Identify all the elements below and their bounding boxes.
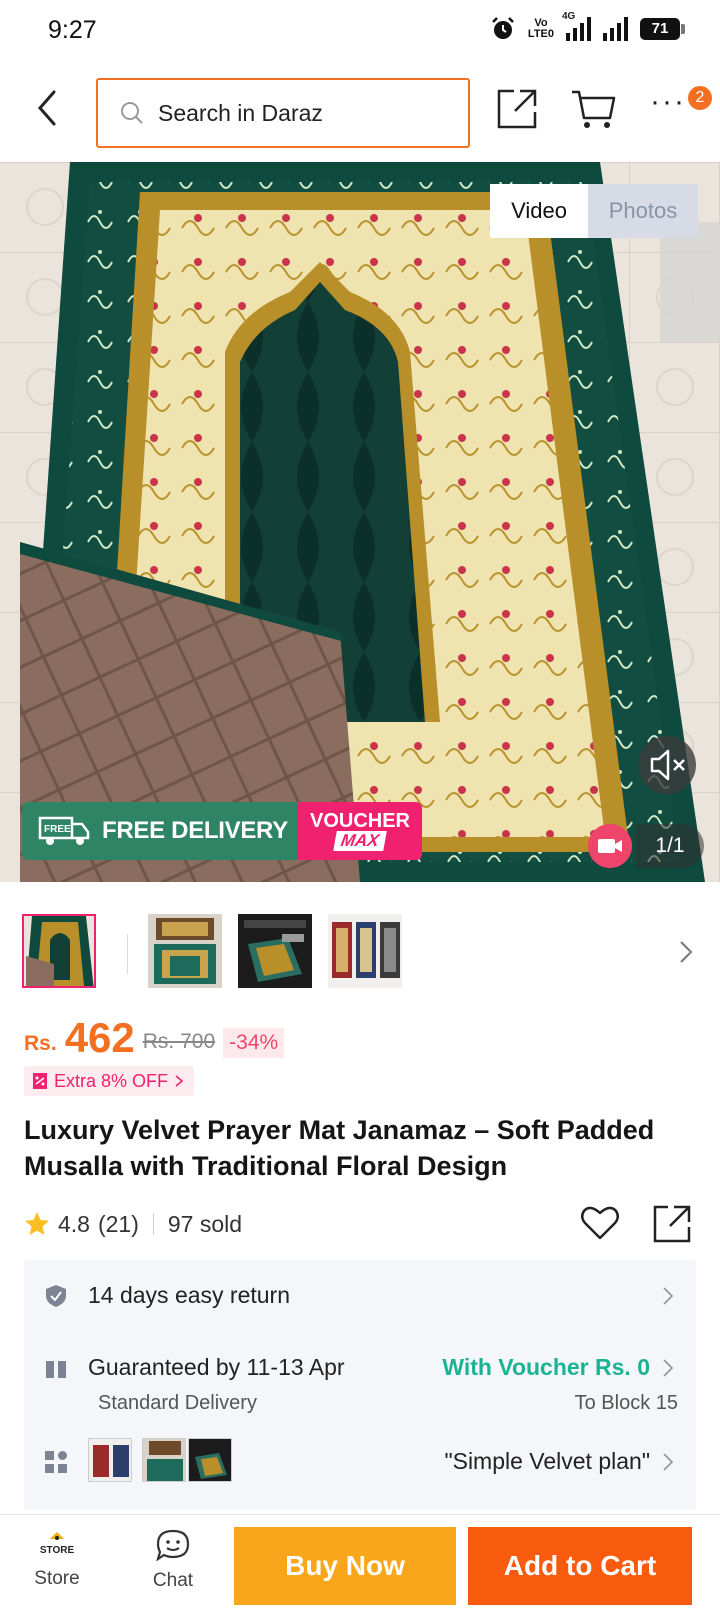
chat-icon — [156, 1529, 190, 1562]
variant-thumb-1[interactable] — [88, 1438, 132, 1482]
alarm-icon — [492, 17, 514, 39]
thumbnail-divider — [127, 934, 128, 974]
mute-icon[interactable] — [638, 736, 696, 794]
delivery-location: To Block 15 — [574, 1392, 678, 1414]
grid-icon — [45, 1451, 67, 1473]
coupon-icon — [33, 1073, 47, 1089]
delivery-row[interactable]: Guaranteed by 11-13 Apr With Voucher Rs.… — [24, 1350, 696, 1420]
status-time: 9:27 — [48, 16, 97, 44]
product-gallery[interactable]: Video Photos FREE FREE DELIVERY VOUCHER … — [0, 162, 720, 882]
thumbnail-2[interactable] — [148, 914, 222, 988]
chevron-right-icon — [663, 1453, 674, 1471]
discount-badge: -34% — [223, 1028, 285, 1058]
search-input[interactable] — [158, 99, 448, 127]
variant-thumb-3[interactable] — [188, 1438, 232, 1482]
chevron-right-icon[interactable] — [676, 938, 696, 966]
return-label: 14 days easy return — [88, 1282, 291, 1308]
share-icon[interactable] — [652, 1204, 692, 1244]
add-to-cart-button[interactable]: Add to Cart — [468, 1527, 692, 1605]
signal-4g: 4G — [562, 11, 591, 41]
store-button[interactable]: STORE Store — [26, 1529, 88, 1590]
review-count: (21) — [97, 1210, 139, 1237]
sold-count: 97 sold — [167, 1210, 243, 1237]
more-icon[interactable]: ··· — [650, 87, 690, 132]
battery-icon: 71 — [640, 18, 685, 40]
status-bar: 9:27 Vo LTE0 4G 71 — [0, 0, 720, 64]
extra-offer-text: Extra 8% OFF — [54, 1070, 169, 1091]
chevron-right-icon — [663, 1287, 674, 1305]
delivery-truck-icon: FREE — [38, 816, 90, 845]
price-row: Rs. 462 Rs. 700 -34% — [24, 1014, 285, 1061]
free-delivery-badge: FREE FREE DELIVERY — [22, 802, 298, 860]
buy-now-button[interactable]: Buy Now — [234, 1527, 456, 1605]
variant-thumb-2[interactable] — [142, 1438, 186, 1482]
store-label: Store — [34, 1568, 80, 1589]
free-delivery-text: FREE DELIVERY — [102, 817, 288, 844]
tab-video[interactable]: Video — [490, 184, 588, 238]
media-tabs: Video Photos — [490, 184, 698, 238]
product-image-prayer-mat — [0, 162, 720, 882]
tab-photos[interactable]: Photos — [588, 184, 698, 238]
promo-banner: FREE FREE DELIVERY VOUCHER MAX — [22, 802, 422, 860]
price-current: 462 — [64, 1014, 135, 1061]
thumbnail-4[interactable] — [328, 914, 402, 988]
gift-box-icon — [46, 1361, 66, 1378]
signal-bars-2-icon — [603, 17, 628, 41]
chevron-right-icon — [175, 1075, 184, 1087]
chat-button[interactable]: Chat — [142, 1529, 204, 1592]
cart-count-badge: 2 — [688, 86, 712, 110]
star-icon — [25, 1212, 49, 1235]
service-info-panel: 14 days easy return Guaranteed by 11-13 … — [24, 1260, 696, 1510]
bottom-action-bar: STORE Store Chat Buy Now Add to Cart — [0, 1514, 720, 1612]
price-currency: Rs. — [24, 1032, 57, 1055]
search-icon — [121, 102, 143, 124]
thumbnail-1[interactable] — [22, 914, 96, 988]
rating-value: 4.8 — [58, 1210, 90, 1237]
heart-icon[interactable] — [580, 1204, 620, 1242]
return-policy-row[interactable]: 14 days easy return — [24, 1278, 696, 1338]
store-icon: STORE — [40, 1532, 75, 1556]
search-box[interactable] — [96, 78, 470, 148]
store-badge-text: STORE — [40, 1545, 75, 1556]
cart-icon[interactable] — [570, 88, 616, 130]
chevron-right-icon — [663, 1359, 674, 1377]
voucher-max-badge: VOUCHER MAX — [298, 802, 422, 860]
volte-indicator: Vo LTE0 — [528, 18, 554, 40]
signal-4g-label: 4G — [562, 11, 576, 22]
chat-label: Chat — [152, 1570, 194, 1591]
extra-offer-tag[interactable]: Extra 8% OFF — [24, 1066, 195, 1096]
free-badge-text: FREE — [44, 824, 71, 835]
thumbnail-3[interactable] — [238, 914, 312, 988]
product-title: Luxury Velvet Prayer Mat Janamaz – Soft … — [24, 1115, 655, 1181]
thumbnail-strip — [0, 912, 720, 992]
page-indicator: 1/1 — [636, 824, 704, 868]
voucher-max-text: MAX — [333, 831, 387, 851]
price-original: Rs. 700 — [142, 1030, 216, 1053]
delivery-label: Guaranteed by 11-13 Apr — [88, 1354, 345, 1380]
variant-label: "Simple Velvet plan" — [444, 1448, 650, 1474]
volte-bottom: LTE0 — [527, 28, 554, 40]
header: ··· 2 — [0, 64, 720, 160]
voucher-text: VOUCHER — [309, 810, 410, 832]
share-icon[interactable] — [496, 88, 538, 130]
variant-row[interactable]: "Simple Velvet plan" — [24, 1438, 696, 1488]
delivery-sub: Standard Delivery — [98, 1392, 257, 1414]
video-camera-icon[interactable] — [588, 824, 632, 868]
status-icons: Vo LTE0 4G 71 — [490, 11, 685, 42]
chevron-left-icon[interactable] — [30, 86, 66, 130]
rating-divider — [152, 1213, 154, 1235]
voucher-delivery-label[interactable]: With Voucher Rs. 0 — [442, 1354, 650, 1381]
shield-check-icon — [46, 1285, 66, 1307]
